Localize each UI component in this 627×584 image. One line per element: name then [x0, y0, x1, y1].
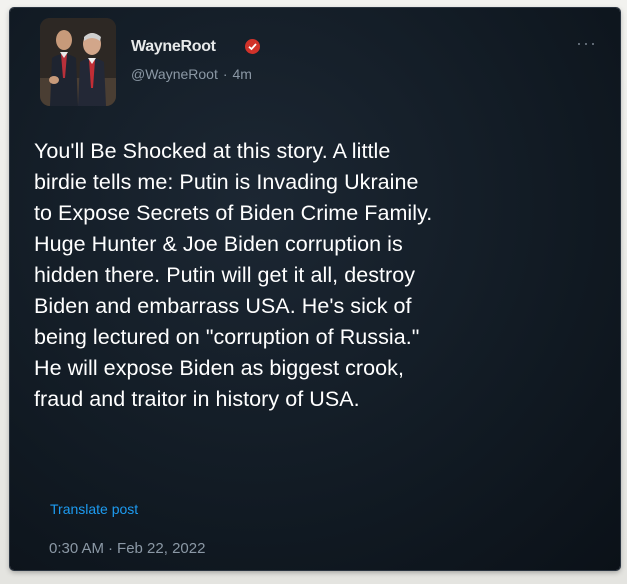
verified-badge-icon [245, 39, 260, 54]
post-time-ago[interactable]: 4m [233, 66, 252, 82]
post-text-line: fraud and traitor in history of USA. [34, 387, 360, 411]
post-card: WayneRoot @WayneRoot · 4m ··· You'll Be Sh… [10, 8, 620, 570]
separator-dot: · [108, 540, 114, 557]
post-text-line: Biden and embarrass USA. He's sick of [34, 294, 412, 318]
author-handle[interactable]: @WayneRoot [131, 66, 218, 82]
post-text-line: hidden there. Putin will get it all, des… [34, 263, 416, 287]
avatar-photo [40, 18, 116, 106]
handle-row: @WayneRoot · 4m [131, 66, 252, 82]
avatar[interactable] [40, 18, 116, 106]
post-date: Feb 22, 2022 [117, 540, 206, 557]
more-icon[interactable]: ··· [576, 34, 597, 52]
photo-frame: WayneRoot @WayneRoot · 4m ··· You'll Be Sh… [0, 0, 627, 584]
post-text: You'll Be Shocked at this story. A littl… [34, 136, 609, 415]
post-time: 0:30 AM [49, 540, 105, 557]
separator-dot: · [222, 66, 228, 82]
post-text-line: birdie tells me: Putin is Invading Ukrai… [34, 170, 419, 194]
post-text-line: You'll Be Shocked at this story. A littl… [34, 139, 391, 163]
post-text-line: being lectured on "corruption of Russia.… [34, 325, 420, 349]
post-text-line: Huge Hunter & Joe Biden corruption is [34, 232, 403, 256]
post-timestamp[interactable]: 0:30 AM · Feb 22, 2022 [49, 540, 205, 557]
post-text-line: to Expose Secrets of Biden Crime Family. [34, 201, 433, 225]
display-name[interactable]: WayneRoot [131, 38, 216, 56]
post-text-line: He will expose Biden as biggest crook, [34, 356, 404, 380]
translate-post-link[interactable]: Translate post [50, 501, 138, 517]
